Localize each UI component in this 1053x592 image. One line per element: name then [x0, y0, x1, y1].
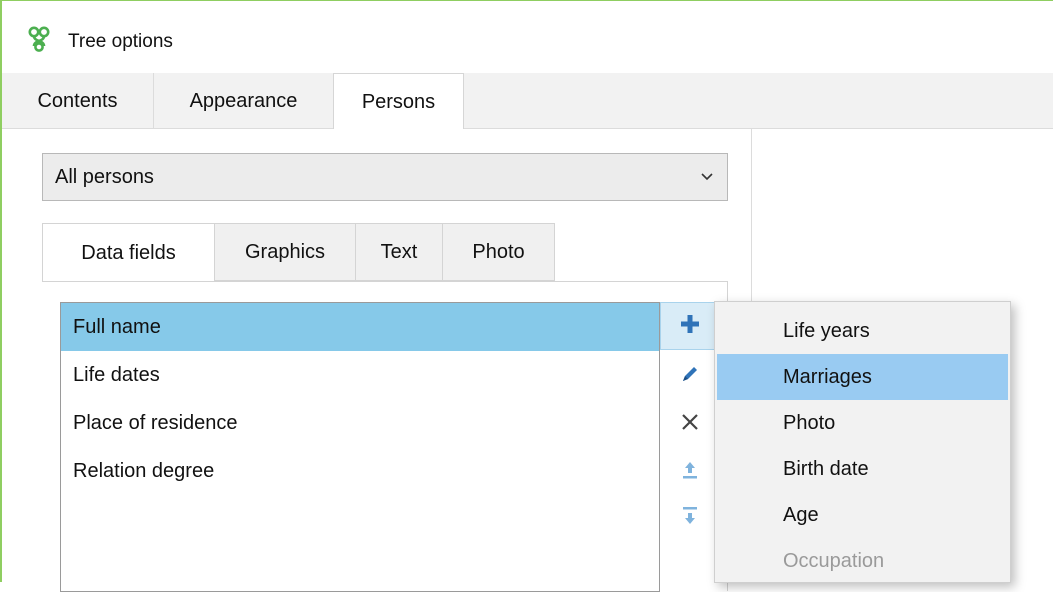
- tab-label: Contents: [37, 89, 118, 112]
- menu-item-birth-date[interactable]: Birth date: [717, 446, 1008, 492]
- menu-item-label: Life years: [783, 319, 870, 342]
- move-up-icon: [679, 459, 701, 486]
- tree-options-window: Tree options Contents Appearance Persons…: [0, 0, 1053, 592]
- list-item[interactable]: Life dates: [61, 351, 659, 399]
- move-down-button[interactable]: [660, 494, 720, 542]
- tab-data-fields[interactable]: Data fields: [42, 223, 215, 282]
- tab-label: Appearance: [189, 89, 298, 112]
- delete-icon: [679, 411, 701, 438]
- menu-item-label: Age: [783, 503, 819, 526]
- move-down-icon: [679, 505, 701, 532]
- title-bar: Tree options: [2, 1, 1053, 73]
- select-value: All persons: [55, 165, 154, 188]
- menu-item-marriages[interactable]: Marriages: [717, 354, 1008, 400]
- chevron-down-icon: [699, 168, 715, 184]
- menu-item-occupation: Occupation: [717, 538, 1008, 584]
- tab-label: Graphics: [244, 240, 326, 263]
- tab-text[interactable]: Text: [356, 223, 443, 281]
- list-item-label: Life dates: [73, 363, 160, 386]
- person-filter-select[interactable]: All persons: [42, 153, 728, 201]
- list-item[interactable]: Relation degree: [61, 447, 659, 495]
- menu-item-label: Birth date: [783, 457, 869, 480]
- menu-item-life-years[interactable]: Life years: [717, 308, 1008, 354]
- add-field-menu: Life years Marriages Photo Birth date Ag…: [714, 301, 1011, 583]
- tab-photo[interactable]: Photo: [443, 223, 555, 281]
- tab-persons[interactable]: Persons: [333, 73, 464, 130]
- tab-graphics[interactable]: Graphics: [215, 223, 356, 281]
- move-up-button[interactable]: [660, 448, 720, 496]
- data-fields-list[interactable]: Full name Life dates Place of residence …: [60, 302, 660, 592]
- menu-item-age[interactable]: Age: [717, 492, 1008, 538]
- add-field-button[interactable]: [660, 302, 720, 350]
- tab-appearance[interactable]: Appearance: [154, 73, 334, 129]
- main-tab-strip: Contents Appearance Persons: [2, 73, 1053, 130]
- tab-label: Photo: [472, 240, 525, 263]
- menu-item-label: Photo: [783, 411, 836, 434]
- menu-item-label: Marriages: [783, 365, 872, 388]
- tab-label: Data fields: [81, 241, 176, 264]
- list-item[interactable]: Place of residence: [61, 399, 659, 447]
- tab-label: Text: [380, 240, 418, 263]
- edit-icon: [679, 363, 701, 390]
- add-icon: [679, 313, 701, 340]
- menu-item-photo[interactable]: Photo: [717, 400, 1008, 446]
- delete-field-button[interactable]: [660, 400, 720, 448]
- edit-field-button[interactable]: [660, 352, 720, 400]
- menu-item-label: Occupation: [783, 549, 885, 572]
- sub-tab-strip: Data fields Graphics Text Photo: [42, 223, 728, 282]
- list-item-label: Full name: [73, 315, 161, 338]
- list-item-label: Relation degree: [73, 459, 215, 482]
- list-item-label: Place of residence: [73, 411, 238, 434]
- list-item[interactable]: Full name: [61, 303, 659, 351]
- tab-label: Persons: [361, 90, 436, 113]
- app-logo-icon: [28, 26, 50, 52]
- data-fields-panel: Full name Life dates Place of residence …: [42, 281, 728, 592]
- persons-panel: All persons Data fields Graphics Text Ph…: [10, 129, 752, 592]
- window-title: Tree options: [68, 31, 173, 52]
- tab-contents[interactable]: Contents: [2, 73, 154, 129]
